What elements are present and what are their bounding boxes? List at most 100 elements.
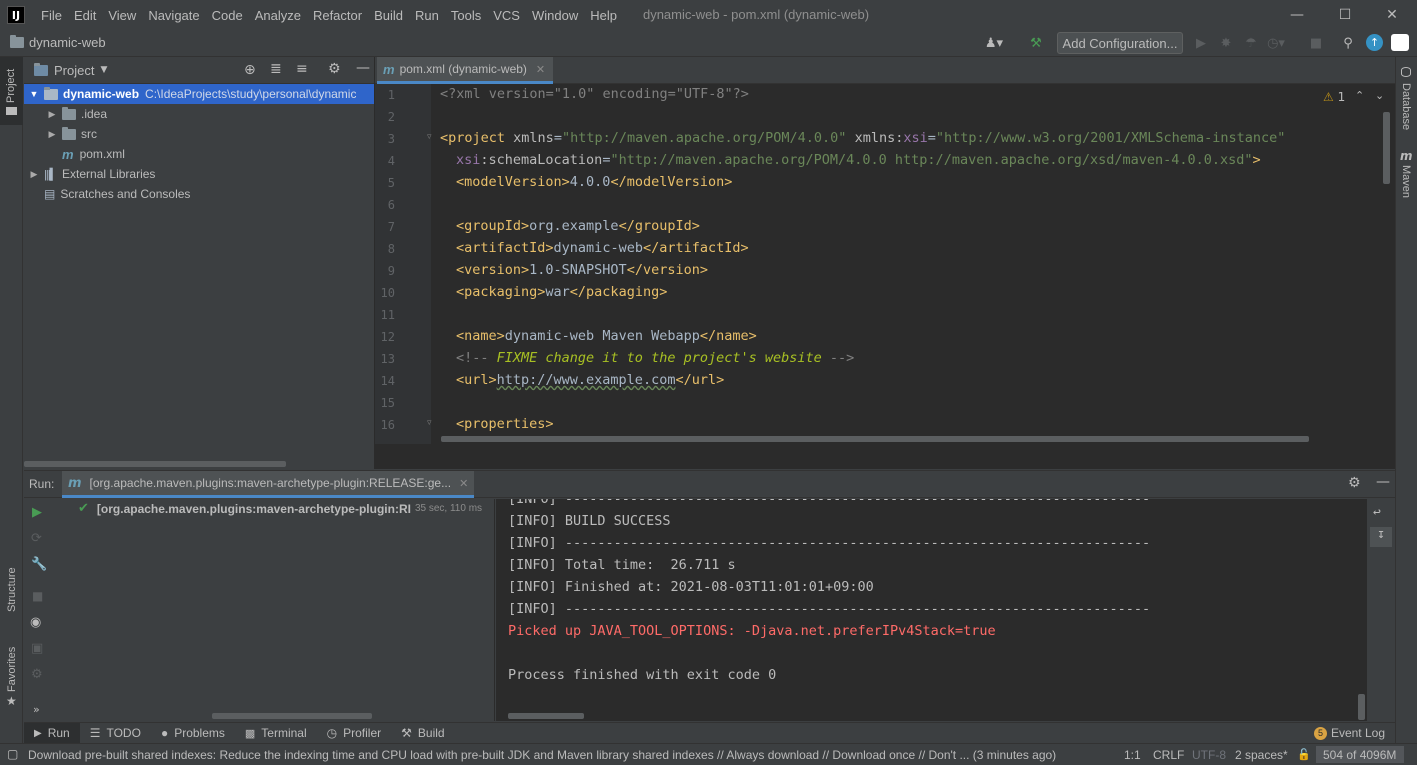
line-number: 1	[387, 88, 395, 102]
indent-setting[interactable]: 2 spaces*	[1235, 748, 1288, 762]
add-configuration-button[interactable]: Add Configuration...	[1057, 32, 1183, 54]
minimize-icon[interactable]: —	[1274, 0, 1320, 29]
breadcrumb[interactable]: dynamic-web	[10, 35, 106, 50]
chevron-right-icon[interactable]: ▶	[28, 169, 40, 180]
line-separator[interactable]: CRLF	[1153, 748, 1184, 762]
tree-item-external-libraries[interactable]: ▶ |||▍ External Libraries	[24, 164, 374, 184]
tab-profiler[interactable]: ◷ Profiler	[317, 723, 392, 744]
tab-event-log[interactable]: 5 Event Log	[1304, 723, 1395, 744]
expand-all-icon[interactable]: ≣	[270, 61, 282, 77]
menu-refactor[interactable]: Refactor	[307, 8, 368, 23]
next-highlight-icon[interactable]: ⌄	[1375, 89, 1384, 102]
chevron-right-icon[interactable]: ▶	[46, 129, 58, 140]
database-tool-tab[interactable]: Database	[1396, 65, 1417, 135]
maximize-icon[interactable]: ☐	[1322, 0, 1368, 29]
chevron-down-icon[interactable]: ▼	[100, 65, 107, 75]
run-tab[interactable]: m [org.apache.maven.plugins:maven-archet…	[62, 471, 475, 498]
collapse-all-icon[interactable]: ≡	[296, 61, 308, 77]
debug-icon[interactable]: ✸	[1217, 34, 1235, 52]
tab-run[interactable]: ▶ Run	[24, 722, 80, 744]
rerun-failed-icon[interactable]: ⟳	[31, 531, 42, 546]
console-horizontal-scrollbar[interactable]	[508, 713, 584, 719]
menu-run[interactable]: Run	[409, 8, 445, 23]
status-message[interactable]: Download pre-built shared indexes: Reduc…	[28, 748, 1113, 762]
gear-icon[interactable]: ⚙	[328, 61, 341, 77]
menu-navigate[interactable]: Navigate	[142, 8, 205, 23]
wrench-icon[interactable]: 🔧	[31, 557, 47, 572]
warnings-indicator[interactable]: ⚠ 1	[1323, 90, 1345, 104]
run-tree-item[interactable]: ✔ [org.apache.maven.plugins:maven-archet…	[78, 501, 482, 516]
code-line-5: <modelVersion>4.0.0</modelVersion>	[456, 174, 733, 190]
project-view-selector[interactable]: Project	[54, 63, 94, 78]
structure-tool-tab[interactable]: Structure	[0, 557, 23, 627]
warning-icon: ⚠	[1323, 90, 1334, 104]
close-window-icon[interactable]: ✕	[1369, 0, 1415, 29]
scroll-to-end-icon[interactable]: ↧	[1370, 527, 1392, 547]
tab-todo[interactable]: ☰ TODO	[80, 723, 151, 744]
coverage-icon[interactable]: ☂	[1242, 34, 1260, 52]
tab-terminal[interactable]: ▩ Terminal	[235, 723, 317, 744]
menu-build[interactable]: Build	[368, 8, 409, 23]
close-tab-icon[interactable]: ✕	[459, 477, 468, 490]
menu-file[interactable]: File	[35, 8, 68, 23]
jetbrains-toolbox-icon[interactable]	[1391, 34, 1409, 51]
camera-icon[interactable]: ▣	[31, 641, 43, 656]
menu-vcs[interactable]: VCS	[487, 8, 526, 23]
tree-item-idea[interactable]: ▶ .idea	[24, 104, 374, 124]
file-encoding[interactable]: UTF-8	[1192, 748, 1226, 762]
rerun-icon[interactable]: ▶	[32, 505, 42, 520]
tab-problems[interactable]: ● Problems	[151, 723, 235, 744]
gear-icon[interactable]: ⚙	[1348, 475, 1361, 491]
user-icon[interactable]: ♟▾	[985, 34, 1003, 52]
menu-view[interactable]: View	[102, 8, 142, 23]
editor-horizontal-scrollbar[interactable]	[441, 436, 1309, 442]
folder-icon	[10, 35, 24, 48]
chevron-right-icon[interactable]: ▶	[46, 109, 58, 120]
fold-icon[interactable]: ▿	[427, 418, 432, 428]
tab-pom-xml[interactable]: m pom.xml (dynamic-web) ✕	[377, 57, 554, 84]
favorites-tool-tab[interactable]: Favorites ★	[0, 642, 23, 712]
menu-analyze[interactable]: Analyze	[249, 8, 307, 23]
console-line: [INFO] Finished at: 2021-08-03T11:01:01+…	[508, 579, 874, 595]
more-icon[interactable]: »	[33, 703, 40, 716]
lock-icon[interactable]: 🔓	[1297, 748, 1311, 761]
stop-icon[interactable]: ■	[1307, 34, 1325, 52]
hammer-build-icon[interactable]: ⚒	[1027, 34, 1045, 52]
locate-icon[interactable]: ⊕	[244, 62, 256, 78]
stop-icon[interactable]: ■	[32, 589, 43, 603]
run-tree-scrollbar[interactable]	[212, 713, 372, 719]
tab-build[interactable]: ⚒ Build	[391, 723, 454, 744]
project-tool-tab[interactable]: Project	[0, 57, 23, 125]
fold-icon[interactable]: ▿	[427, 132, 432, 142]
previous-highlight-icon[interactable]: ⌃	[1355, 89, 1364, 102]
tree-item-src[interactable]: ▶ src	[24, 124, 374, 144]
profile-icon[interactable]: ◷▾	[1267, 34, 1285, 52]
search-icon[interactable]: ⚲	[1339, 34, 1357, 52]
caret-position[interactable]: 1:1	[1124, 748, 1141, 762]
settings-icon[interactable]: ⚙	[31, 667, 43, 682]
horizontal-scrollbar[interactable]	[24, 461, 286, 467]
menu-tools[interactable]: Tools	[445, 8, 487, 23]
vertical-scrollbar[interactable]	[1383, 112, 1390, 184]
hide-panel-icon[interactable]: —	[1376, 474, 1390, 490]
close-tab-icon[interactable]: ✕	[536, 63, 545, 76]
menu-code[interactable]: Code	[206, 8, 249, 23]
database-icon	[1401, 67, 1411, 77]
menu-help[interactable]: Help	[584, 8, 623, 23]
status-message-icon[interactable]: ▢	[7, 747, 18, 761]
event-count-badge: 5	[1313, 726, 1327, 740]
menu-edit[interactable]: Edit	[68, 8, 102, 23]
tree-item-pom[interactable]: m pom.xml	[24, 144, 374, 164]
chevron-down-icon[interactable]: ▼	[28, 89, 40, 99]
run-icon[interactable]: ▶	[1192, 34, 1210, 52]
menu-window[interactable]: Window	[526, 8, 584, 23]
tree-item-root[interactable]: ▼ dynamic-web C:\IdeaProjects\study\pers…	[24, 84, 374, 104]
soft-wrap-icon[interactable]: ↩	[1373, 505, 1381, 520]
update-icon[interactable]: ↑	[1366, 34, 1383, 51]
console-vertical-scrollbar[interactable]	[1358, 694, 1365, 720]
maven-tool-tab[interactable]: m Maven	[1396, 149, 1417, 209]
hide-panel-icon[interactable]: —	[356, 60, 370, 76]
tree-item-scratches[interactable]: ▤ Scratches and Consoles	[24, 184, 374, 204]
maven-icon: m	[68, 475, 82, 491]
eye-icon[interactable]: ◉	[30, 615, 41, 630]
